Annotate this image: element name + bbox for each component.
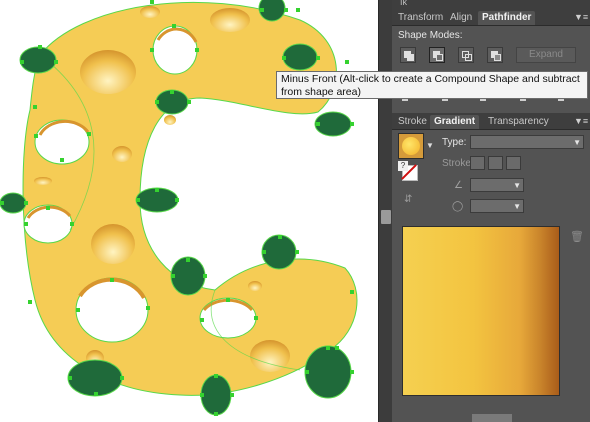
expand-button[interactable]: Expand [516, 47, 576, 63]
partial-tab-label[interactable]: Ik [400, 0, 407, 7]
panel-menu-icon[interactable]: ▼≡ [574, 12, 588, 22]
tab-stroke[interactable]: Stroke [394, 115, 431, 129]
canvas-vertical-scrollbar[interactable] [378, 0, 393, 422]
default-fill-stroke-icon[interactable]: ? [398, 161, 408, 171]
artboard-canvas[interactable] [0, 0, 378, 422]
stroke-label: Stroke: [442, 158, 474, 169]
pathfinder-tab-bar: Transform Align Pathfinder ▼≡ [392, 9, 590, 26]
swatch-dropdown-arrow-icon[interactable]: ▼ [426, 141, 434, 150]
reverse-gradient-icon[interactable]: ⇵ [404, 194, 416, 206]
scrollbar-thumb[interactable] [381, 210, 391, 224]
stroke-along-button[interactable] [488, 156, 503, 170]
gradient-tab-bar: Stroke Gradient Transparency ▼≡ [392, 113, 590, 130]
cheese-dent [248, 281, 262, 291]
gradient-stop-bar[interactable] [472, 414, 512, 422]
tab-pathfinder[interactable]: Pathfinder [478, 11, 536, 25]
intersect-button[interactable] [458, 47, 474, 63]
gradient-type-select[interactable]: ▼ [470, 135, 584, 149]
green-leaf-shape [314, 111, 352, 137]
cheese-dent [210, 8, 250, 32]
trash-icon[interactable]: 🗑 [570, 230, 584, 243]
angle-select[interactable]: ▼ [470, 178, 524, 192]
cheese-hole [199, 297, 257, 339]
panel-dock: Ik Transform Align Pathfinder ▼≡ Shape M… [392, 0, 590, 422]
green-leaf-shape [261, 234, 297, 270]
tab-transform[interactable]: Transform [394, 11, 447, 25]
cheese-dent [91, 224, 135, 264]
green-leaf-shape [200, 374, 232, 416]
cheese-dent [112, 146, 132, 162]
unite-button[interactable] [400, 47, 416, 63]
tab-gradient[interactable]: Gradient [430, 115, 480, 129]
green-leaf-shape [282, 43, 318, 71]
panel-menu-icon[interactable]: ▼≡ [574, 116, 588, 126]
shape-modes-label: Shape Modes: [398, 30, 463, 41]
green-leaf-shape [304, 345, 352, 399]
tab-align[interactable]: Align [446, 11, 476, 25]
gradient-preview-slider[interactable] [402, 226, 560, 396]
exclude-button[interactable] [487, 47, 503, 63]
type-label: Type: [442, 137, 467, 148]
aspect-ratio-icon: ◯ [452, 201, 464, 212]
cheese-dent [34, 177, 52, 185]
cheese-dent [80, 50, 136, 94]
minus-front-button[interactable] [429, 47, 445, 63]
green-leaf-shape [19, 46, 57, 74]
gradient-fill-swatch[interactable] [398, 133, 424, 159]
stroke-within-button[interactable] [470, 156, 485, 170]
green-leaf-shape [170, 256, 206, 296]
stroke-across-button[interactable] [506, 156, 521, 170]
tab-transparency[interactable]: Transparency [484, 115, 553, 129]
tooltip-minus-front: Minus Front (Alt-click to create a Compo… [276, 71, 588, 99]
cheese-letter-c-artwork[interactable] [0, 0, 378, 422]
angle-icon: ∠ [454, 180, 463, 191]
cheese-dent [140, 6, 160, 18]
cheese-dent [164, 115, 176, 125]
green-leaf-shape [67, 359, 123, 397]
collapsed-panel-strip: Ik [392, 0, 590, 9]
aspect-ratio-select[interactable]: ▼ [470, 199, 524, 213]
